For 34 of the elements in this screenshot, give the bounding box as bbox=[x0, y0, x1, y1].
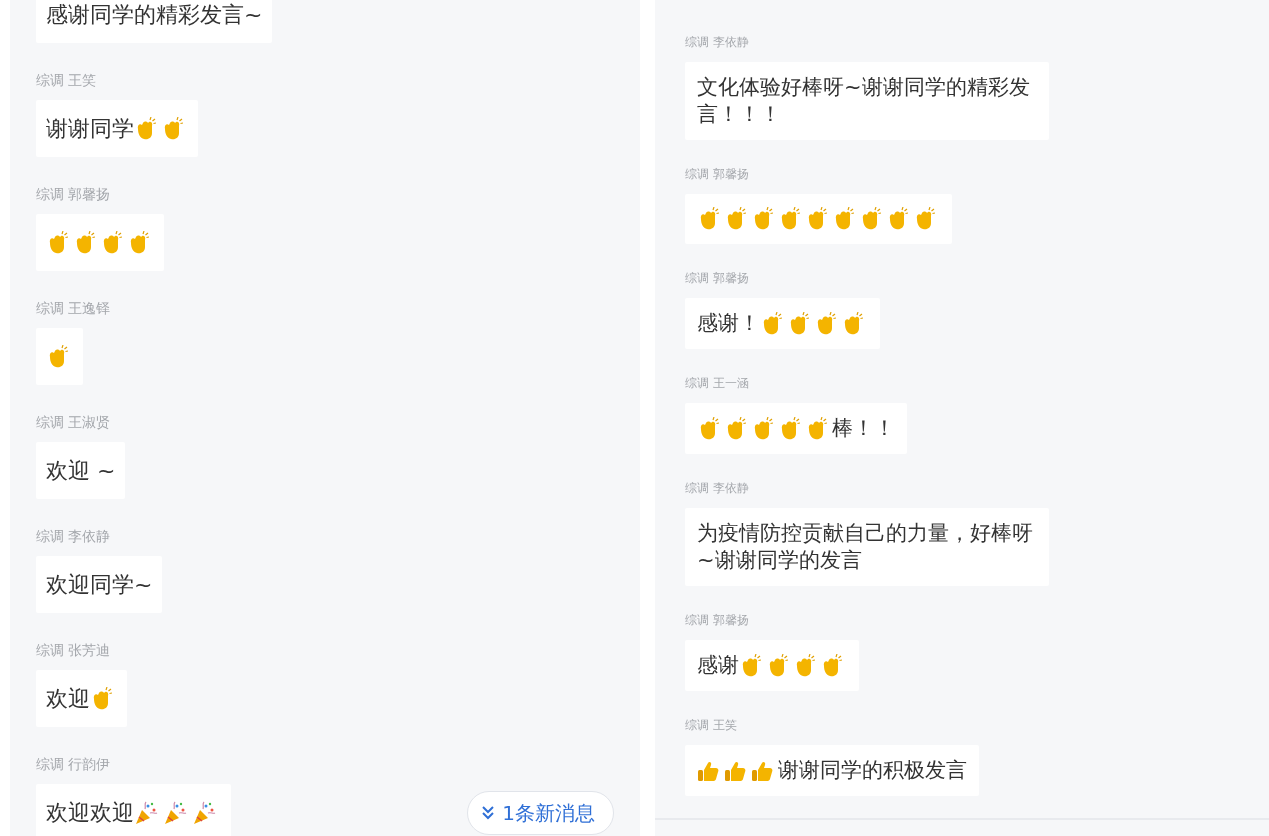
sender-name: 综调 王逸铎 bbox=[36, 299, 111, 318]
party-popper-icon bbox=[134, 800, 158, 825]
thumbs-up-icon bbox=[751, 759, 773, 782]
message-text: 欢迎欢迎 bbox=[46, 799, 134, 827]
message-text: 谢谢同学 bbox=[46, 115, 134, 143]
party-popper-icon bbox=[192, 800, 216, 825]
new-messages-button[interactable]: 1条新消息 bbox=[467, 791, 614, 835]
message-text: 欢迎 ~ bbox=[46, 457, 116, 485]
sender-name: 综调 郭馨扬 bbox=[36, 185, 111, 204]
sender-name: 综调 张芳迪 bbox=[36, 641, 111, 660]
message-text: 为疫情防控贡献自己的力量，好棒呀~谢谢同学的发言 bbox=[697, 520, 1034, 574]
message-text: 欢迎 bbox=[46, 685, 90, 713]
thumbs-up-icon bbox=[697, 759, 719, 782]
message-text: 感谢同学的精彩发言~ bbox=[46, 1, 263, 29]
sender-name: 综调 郭馨扬 bbox=[685, 166, 749, 182]
message-text: 谢谢同学的积极发言 bbox=[778, 757, 967, 784]
message-text: 欢迎同学~ bbox=[46, 571, 153, 599]
sender-name: 综调 李依静 bbox=[685, 34, 749, 50]
message-text: 感谢 bbox=[697, 652, 739, 679]
sender-name: 综调 郭馨扬 bbox=[685, 270, 749, 286]
sender-name: 综调 李依静 bbox=[685, 480, 749, 496]
sender-name: 综调 李依静 bbox=[36, 527, 111, 546]
sender-name: 综调 王笑 bbox=[36, 71, 97, 90]
sender-name: 综调 郭馨扬 bbox=[685, 612, 749, 628]
message-text: 棒！！ bbox=[832, 415, 895, 442]
sender-name: 综调 王一涵 bbox=[685, 375, 749, 391]
party-popper-icon bbox=[163, 800, 187, 825]
sender-name: 综调 王淑贤 bbox=[36, 413, 111, 432]
message-text: 文化体验好棒呀~谢谢同学的精彩发言！！！ bbox=[697, 74, 1031, 128]
sender-name: 综调 王笑 bbox=[685, 717, 737, 733]
thumbs-up-icon bbox=[724, 759, 746, 782]
chevron-down-icon bbox=[482, 806, 495, 820]
sender-name: 综调 行韵伊 bbox=[36, 755, 111, 774]
message-text: 感谢！ bbox=[697, 310, 760, 337]
